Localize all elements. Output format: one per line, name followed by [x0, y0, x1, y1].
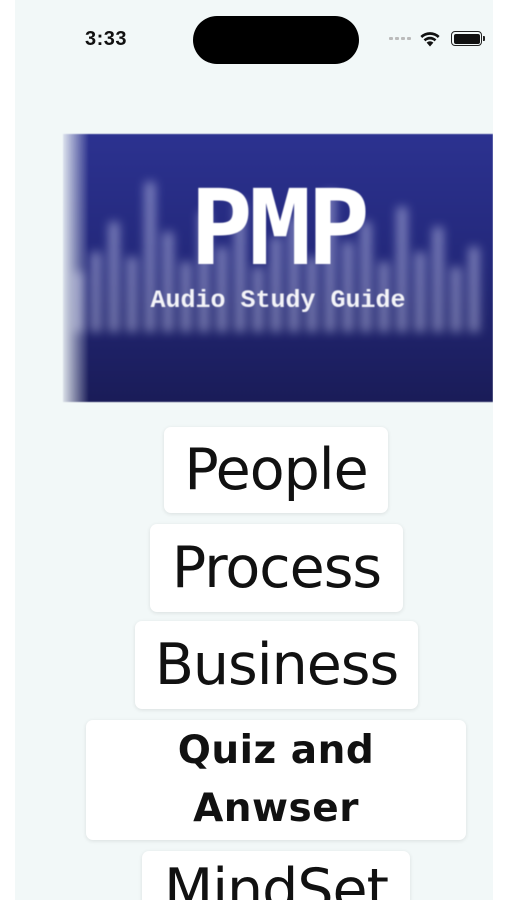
business-button-label: Business	[154, 632, 399, 698]
banner-title: PMP	[190, 167, 370, 289]
quiz-and-answer-button[interactable]: Quiz and Anwser	[86, 720, 466, 840]
app-screen: 3:33 PMP Audio Study Guide People Proces…	[15, 0, 493, 900]
wifi-icon	[420, 32, 440, 47]
mindset-button[interactable]: MindSet	[142, 851, 410, 900]
people-button-label: People	[184, 437, 368, 503]
process-button-label: Process	[171, 535, 382, 601]
dynamic-island	[193, 16, 359, 64]
quiz-and-answer-button-label: Quiz and Anwser	[177, 728, 375, 831]
status-time: 3:33	[85, 28, 128, 50]
signal-dots-icon	[389, 37, 411, 40]
people-button[interactable]: People	[164, 427, 388, 513]
business-button[interactable]: Business	[135, 621, 418, 709]
mindset-button-label: MindSet	[164, 857, 389, 900]
banner-subtitle: Audio Study Guide	[150, 286, 406, 315]
status-icons	[389, 30, 485, 47]
battery-icon	[451, 31, 485, 46]
pmp-banner: PMP Audio Study Guide	[63, 134, 493, 402]
process-button[interactable]: Process	[150, 524, 403, 612]
